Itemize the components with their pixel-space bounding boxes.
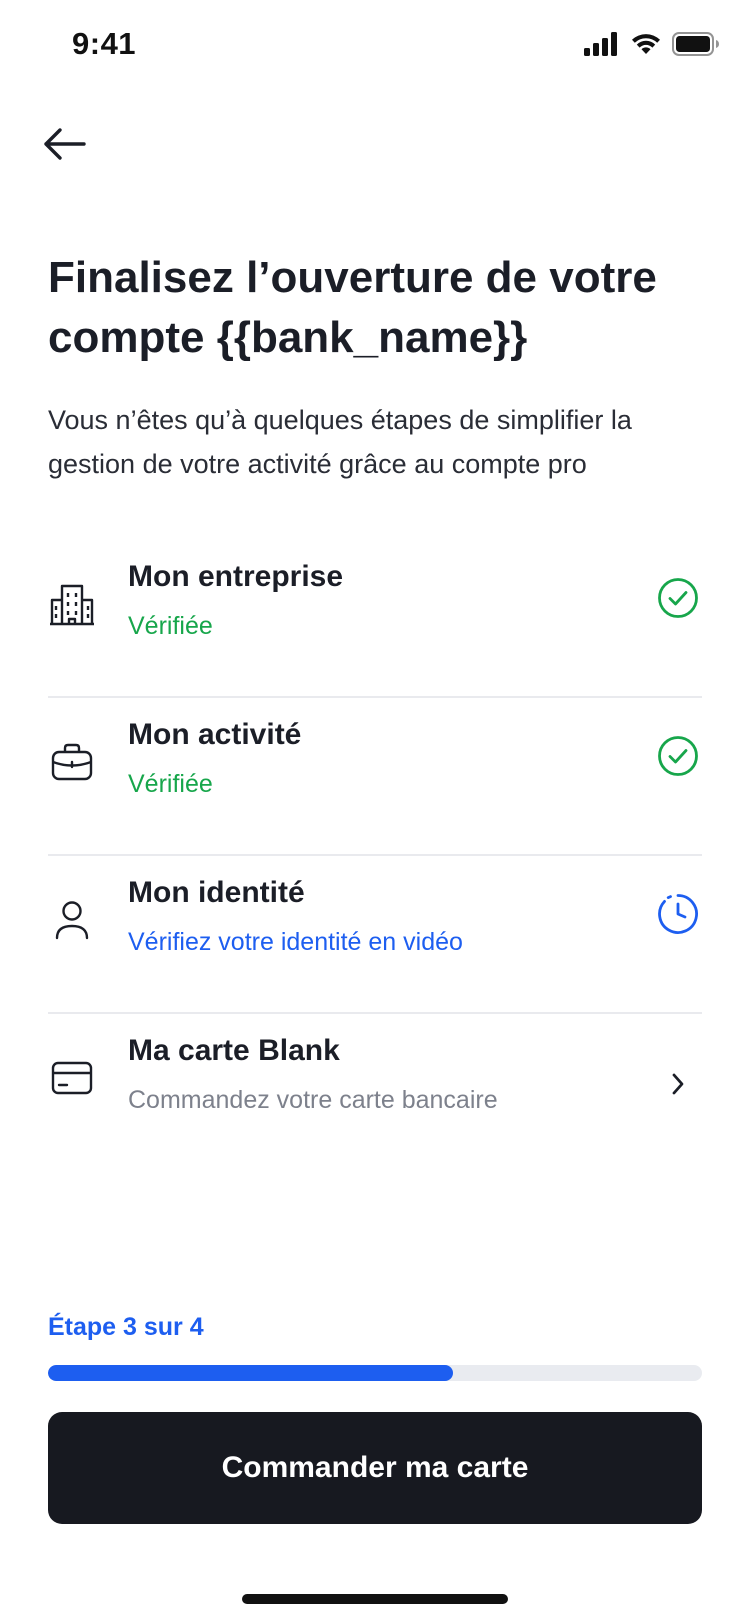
step-title: Ma carte Blank <box>128 1034 340 1067</box>
step-title: Mon identité <box>128 876 305 909</box>
check-circle-icon <box>654 732 702 780</box>
progress-fill <box>48 1365 454 1381</box>
verify-identity-link[interactable]: Vérifiez votre identité en vidéo <box>128 928 463 957</box>
step-title: Mon entreprise <box>128 560 344 593</box>
step-title: Mon activité <box>128 718 302 751</box>
status-time: 9:41 <box>72 26 137 61</box>
order-card-button[interactable]: Commander ma carte <box>48 1412 702 1524</box>
battery-icon <box>672 32 720 61</box>
step-status: Vérifiée <box>128 612 213 640</box>
user-icon <box>48 896 96 944</box>
status-icons <box>584 32 720 61</box>
clock-icon <box>654 890 702 938</box>
page-title: Finalisez l’ouverture de votre compte {{… <box>48 253 657 362</box>
step-status: Vérifiée <box>128 770 213 798</box>
onboarding-steps-list: Mon entreprise Vérifiée Mon activité Vér… <box>48 540 702 1172</box>
step-identity[interactable]: Mon identité Vérifiez votre identité en … <box>48 856 702 1014</box>
page-subtitle: Vous n’êtes qu’à quelques étapes de simp… <box>48 405 632 479</box>
step-status: Commandez votre carte bancaire <box>128 1086 498 1114</box>
progress-label: Étape 3 sur 4 <box>48 1313 204 1341</box>
check-circle-icon <box>654 574 702 622</box>
wifi-icon <box>630 32 662 61</box>
step-company[interactable]: Mon entreprise Vérifiée <box>48 540 702 698</box>
status-bar: 9:41 <box>0 0 750 90</box>
step-activity[interactable]: Mon activité Vérifiée <box>48 698 702 856</box>
chevron-right-icon <box>654 1060 702 1108</box>
briefcase-icon <box>48 738 96 786</box>
arrow-left-icon <box>42 127 86 166</box>
credit-card-icon <box>48 1054 96 1102</box>
step-card[interactable]: Ma carte Blank Commandez votre carte ban… <box>48 1014 702 1172</box>
cellular-signal-icon <box>584 32 620 61</box>
building-icon <box>48 580 96 628</box>
progress-bar <box>48 1365 702 1381</box>
back-button[interactable] <box>34 116 94 176</box>
home-indicator[interactable] <box>242 1594 508 1604</box>
